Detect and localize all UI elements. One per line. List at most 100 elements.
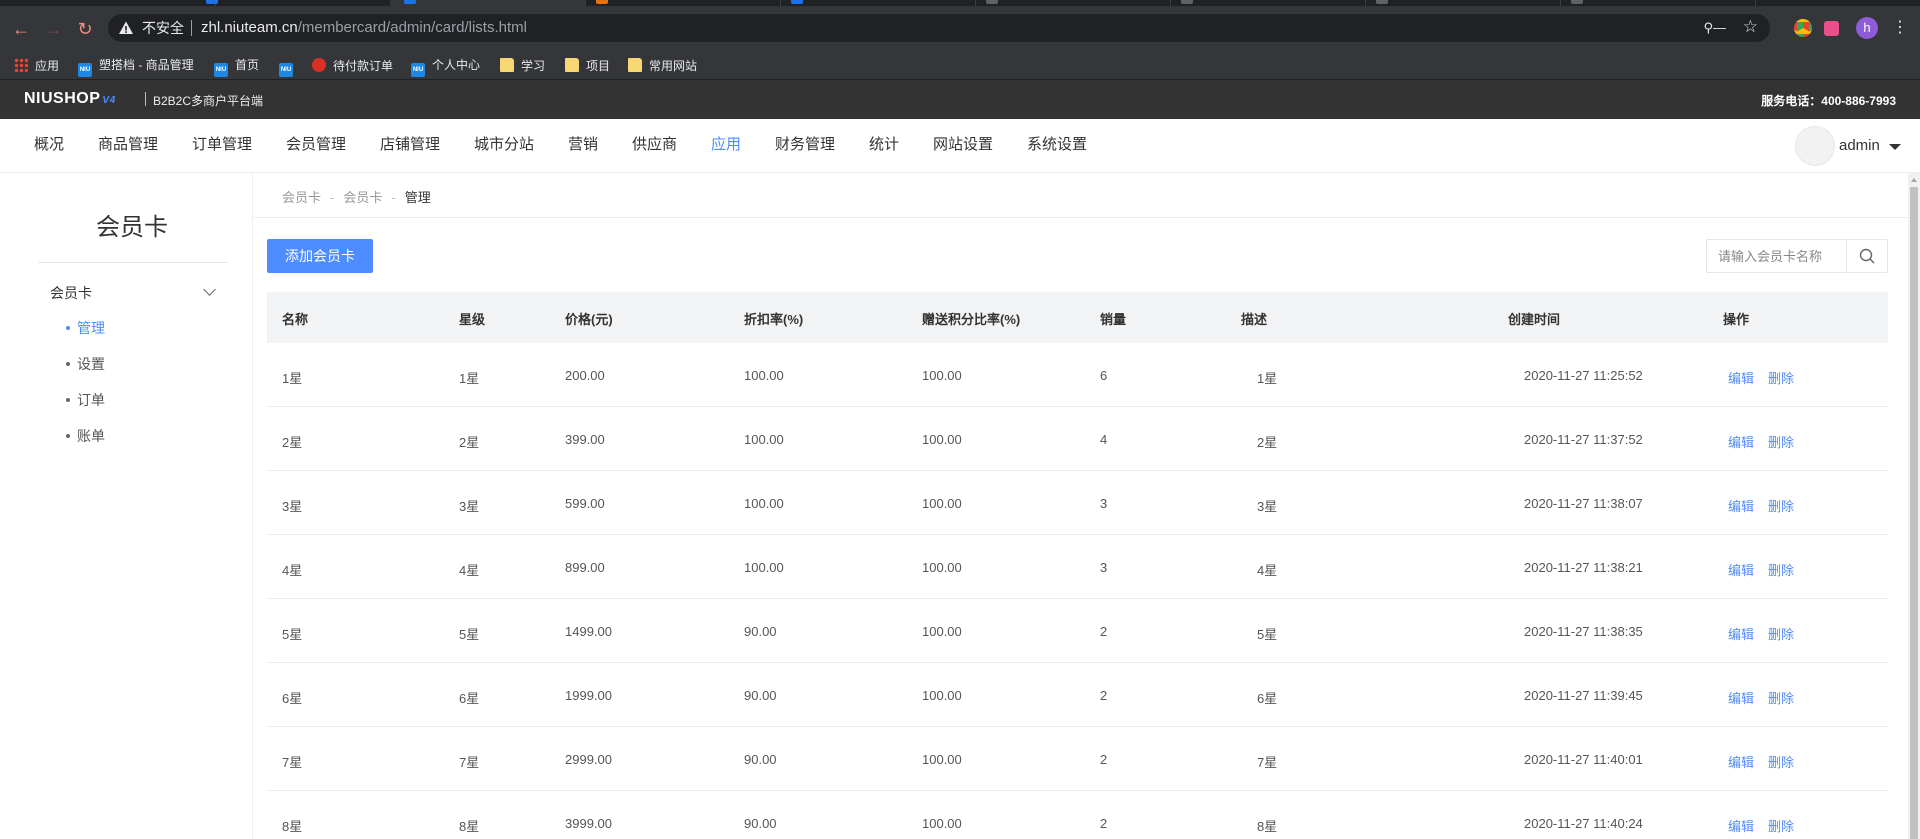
bookmark-label: 塑搭档 - 商品管理 (99, 58, 194, 72)
forward-arrow-icon[interactable]: → (42, 20, 64, 38)
sidebar-item-bills[interactable]: 账单 (66, 426, 105, 446)
cell-name: 7星 (282, 755, 303, 770)
bookmark-folder[interactable]: 常用网站 (628, 58, 697, 73)
bookmark-label: 待付款订单 (333, 59, 394, 73)
edit-link[interactable]: 编辑 (1728, 688, 1754, 707)
key-icon[interactable]: ⚲― (1703, 20, 1726, 36)
search-input[interactable] (1707, 240, 1847, 272)
cell-discount: 100.00 (744, 560, 784, 575)
delete-link[interactable]: 删除 (1768, 752, 1794, 771)
bookmark-item[interactable]: 待付款订单 (312, 58, 393, 73)
delete-link[interactable]: 删除 (1768, 816, 1794, 835)
cell-name: 3星 (282, 499, 303, 514)
delete-link[interactable]: 删除 (1768, 624, 1794, 643)
sidebar-item-orders[interactable]: 订单 (66, 390, 105, 410)
edit-link[interactable]: 编辑 (1728, 624, 1754, 643)
puzzle-extension-icon[interactable] (1824, 21, 1839, 36)
delete-link[interactable]: 删除 (1768, 688, 1794, 707)
bookmark-item[interactable]: NIU 塑搭档 - 商品管理 (78, 58, 194, 77)
nav-item-system-settings[interactable]: 系统设置 (1027, 136, 1087, 154)
nav-item-orders[interactable]: 订单管理 (192, 136, 252, 154)
delete-link[interactable]: 删除 (1768, 368, 1794, 387)
cell-level: 3星 (459, 499, 480, 514)
cell-points-ratio: 100.00 (922, 560, 962, 575)
sidebar-title: 会员卡 (96, 214, 168, 241)
cell-created-time: 2020-11-27 11:37:52 (1524, 432, 1643, 447)
platform-name: B2B2C多商户平台端 (153, 94, 264, 108)
nav-item-statistics[interactable]: 统计 (869, 136, 899, 154)
bookmark-item[interactable]: NIU 首页 (214, 58, 259, 77)
apps-grid-icon (14, 58, 28, 72)
reload-icon[interactable]: ↻ (74, 20, 96, 38)
nav-item-overview[interactable]: 概况 (34, 136, 64, 154)
scroll-up-arrow-icon[interactable] (1911, 178, 1917, 182)
nav-item-suppliers[interactable]: 供应商 (632, 136, 677, 154)
nav-item-shops[interactable]: 店铺管理 (380, 136, 440, 154)
profile-avatar[interactable]: h (1856, 17, 1878, 39)
folder-icon (565, 58, 579, 72)
edit-link[interactable]: 编辑 (1728, 752, 1754, 771)
edit-link[interactable]: 编辑 (1728, 368, 1754, 387)
bookmark-apps[interactable]: 应用 (14, 58, 59, 73)
niushop-logo[interactable]: NIUSHOP V4 (24, 90, 116, 108)
sidebar-item-settings[interactable]: 设置 (66, 354, 105, 374)
cell-price: 899.00 (565, 560, 605, 575)
browser-menu-icon[interactable]: ⋮ (1892, 17, 1908, 39)
table-body: 1星 1星 200.00 100.00 100.00 6 1星 2020-11-27 11:2… (267, 343, 1888, 839)
back-arrow-icon[interactable]: ← (10, 20, 32, 38)
cell-created-time: 2020-11-27 11:38:35 (1524, 624, 1643, 639)
cell-created-time: 2020-11-27 11:40:24 (1524, 816, 1643, 831)
nav-item-site-settings[interactable]: 网站设置 (933, 136, 993, 154)
delete-link[interactable]: 删除 (1768, 496, 1794, 515)
edit-link[interactable]: 编辑 (1728, 432, 1754, 451)
url-text[interactable]: zhl.niuteam.cn/membercard/admin/card/lis… (201, 19, 527, 37)
sidebar-item-manage[interactable]: 管理 (66, 318, 105, 338)
delete-link[interactable]: 删除 (1768, 432, 1794, 451)
cell-level: 5星 (459, 627, 480, 642)
cell-name: 2星 (282, 435, 303, 450)
edit-link[interactable]: 编辑 (1728, 816, 1754, 835)
cell-name: 6星 (282, 691, 303, 706)
nav-item-members[interactable]: 会员管理 (286, 136, 346, 154)
edit-link[interactable]: 编辑 (1728, 560, 1754, 579)
scrollbar-thumb[interactable] (1910, 187, 1918, 839)
delete-link[interactable]: 删除 (1768, 560, 1794, 579)
nav-item-marketing[interactable]: 营销 (568, 136, 598, 154)
column-header-points-ratio: 赠送积分比率(%) (922, 312, 1021, 327)
address-bar[interactable]: 不安全 zhl.niuteam.cn/membercard/admin/card… (108, 14, 1770, 42)
column-header-sales: 销量 (1100, 312, 1127, 327)
cell-created-time: 2020-11-27 11:40:01 (1524, 752, 1643, 767)
bookmark-item[interactable]: NIU 个人中心 (411, 58, 480, 77)
folder-icon (628, 58, 642, 72)
cell-level: 7星 (459, 755, 480, 770)
cell-points-ratio: 100.00 (922, 624, 962, 639)
breadcrumb-item[interactable]: 会员卡 (282, 190, 321, 205)
bookmark-label: 常用网站 (649, 59, 698, 73)
cell-discount: 90.00 (744, 752, 777, 767)
table-row: 7星 7星 2999.00 90.00 100.00 2 7星 2020-11-27 11:4… (267, 727, 1888, 791)
nav-item-apps[interactable]: 应用 (711, 136, 741, 154)
sidebar-divider (38, 262, 228, 263)
niu-icon: NIU (279, 63, 293, 77)
breadcrumb-item[interactable]: 会员卡 (343, 190, 382, 205)
bookmark-star-icon[interactable]: ☆ (1743, 17, 1758, 37)
cell-sales: 3 (1100, 496, 1108, 511)
table-header: 名称 星级 价格(元) 折扣率(%) 赠送积分比率(%) 销量 描述 创建时间 … (267, 292, 1888, 343)
search-button[interactable] (1846, 240, 1887, 272)
nav-item-finance[interactable]: 财务管理 (775, 136, 835, 154)
cell-created-time: 2020-11-27 11:38:07 (1524, 496, 1643, 511)
chevron-down-icon[interactable] (203, 283, 216, 296)
sidebar-group-membercard[interactable]: 会员卡 (50, 283, 92, 303)
bookmark-folder[interactable]: 项目 (565, 58, 610, 73)
cell-points-ratio: 100.00 (922, 368, 962, 383)
bookmark-folder[interactable]: 学习 (500, 58, 545, 73)
nav-item-goods[interactable]: 商品管理 (98, 136, 158, 154)
caret-down-icon (1889, 144, 1901, 150)
bookmark-item[interactable]: NIU (279, 58, 300, 77)
nav-item-city-sites[interactable]: 城市分站 (474, 136, 534, 154)
add-membercard-button[interactable]: 添加会员卡 (267, 239, 373, 273)
edit-link[interactable]: 编辑 (1728, 496, 1754, 515)
insecure-label: 不安全 (142, 20, 184, 36)
chrome-extension-icon[interactable] (1794, 19, 1812, 37)
page-scrollbar[interactable] (1908, 173, 1920, 839)
